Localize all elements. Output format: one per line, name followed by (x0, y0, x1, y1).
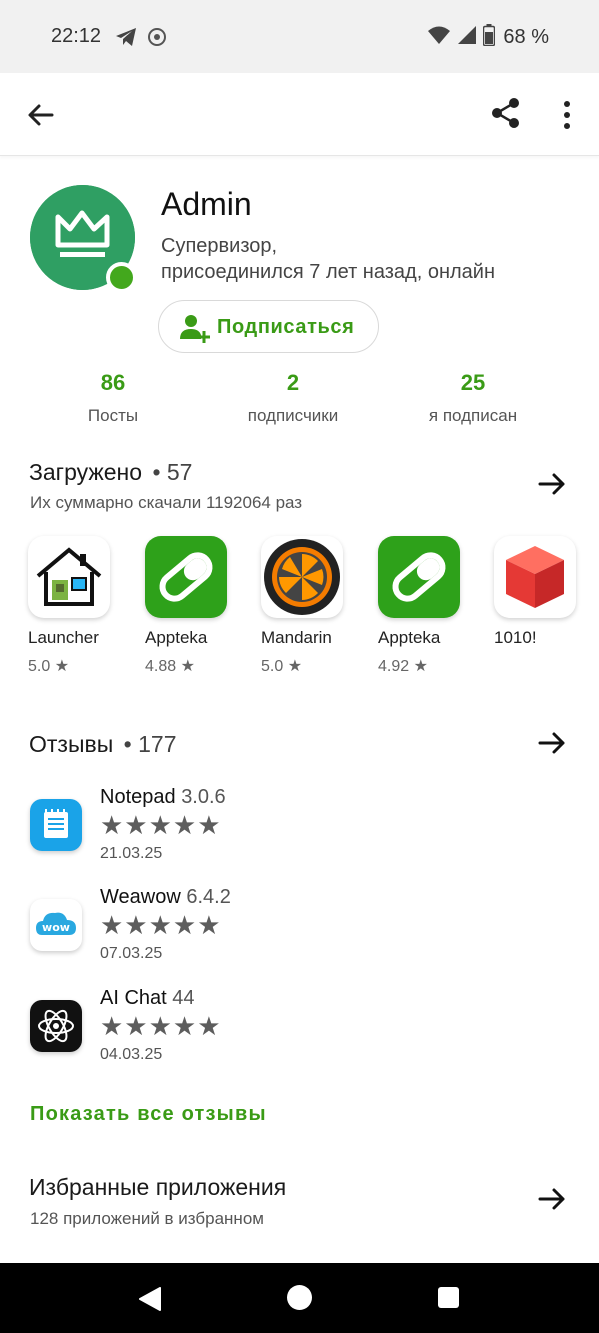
profile-name: Admin (161, 186, 252, 222)
reviews-section-title: Отзывы • 177 (29, 731, 176, 758)
app-tile-mandarin[interactable]: Mandarin 5.0 ★ (261, 536, 371, 676)
nav-back-icon[interactable] (138, 1287, 162, 1316)
stat-value: 25 (460, 370, 486, 395)
pill-icon (145, 536, 227, 618)
signal-icon (457, 25, 477, 50)
add-user-icon (179, 313, 211, 348)
app-tile-launcher[interactable]: Launcher 5.0 ★ (28, 536, 138, 676)
review-app-name: Notepad (100, 786, 176, 808)
subscribe-button[interactable]: Подписаться (158, 300, 379, 353)
app-name: Appteka (145, 628, 208, 647)
review-app-title: AI Chat 44 (100, 987, 195, 1010)
toolbar (0, 73, 599, 156)
review-app-name: AI Chat (100, 987, 167, 1009)
nav-home-icon[interactable] (287, 1285, 312, 1310)
status-time: 22:12 (51, 25, 102, 47)
battery-icon (483, 24, 496, 51)
stat-value: 86 (100, 370, 126, 395)
wifi-icon (427, 25, 451, 50)
stat-label: подписчики (247, 406, 339, 425)
review-stars: ★★★★★ (100, 1011, 222, 1041)
uploaded-section-title: Загружено • 57 (29, 459, 192, 486)
show-all-reviews-link[interactable]: Показать все отзывы (30, 1103, 267, 1126)
uploaded-arrow-icon[interactable] (536, 468, 568, 500)
review-app-title: Notepad 3.0.6 (100, 786, 226, 809)
reviews-separator: • (123, 731, 132, 757)
nav-recents-icon[interactable] (438, 1287, 459, 1308)
app-rating: 4.92 ★ (378, 658, 428, 675)
reviews-count: 177 (138, 731, 177, 757)
telegram-icon (114, 26, 138, 53)
app-name: Launcher (28, 628, 99, 647)
favorites-arrow-icon[interactable] (536, 1183, 568, 1215)
app-tile-1010[interactable]: 1010! (494, 536, 599, 656)
reviews-arrow-icon[interactable] (536, 727, 568, 759)
status-bar: 22:12 68 % (0, 0, 599, 73)
uploaded-separator: • (152, 459, 161, 485)
back-arrow-icon[interactable] (24, 98, 58, 132)
review-date: 21.03.25 (100, 845, 163, 862)
app-rating: 5.0 ★ (28, 658, 70, 675)
house-icon (28, 536, 110, 618)
stat-label: я подписан (428, 406, 518, 425)
profile-joined: присоединился 7 лет назад, онлайн (161, 261, 495, 283)
app-rating: 5.0 ★ (261, 658, 303, 675)
favorites-subtitle: 128 приложений в избранном (30, 1209, 264, 1228)
review-item[interactable]: wow Weawow 6.4.2 ★★★★★ 07.03.25 (0, 884, 599, 974)
online-status-dot (106, 262, 137, 293)
pill-icon (378, 536, 460, 618)
misc-app-icon (147, 27, 167, 52)
app-tile-appteka-1[interactable]: Appteka 4.88 ★ (145, 536, 255, 676)
atom-icon (30, 1000, 82, 1052)
battery-percent: 68 % (503, 26, 549, 48)
stat-posts[interactable]: 86 Посты (33, 370, 193, 426)
app-tile-appteka-2[interactable]: Appteka 4.92 ★ (378, 536, 488, 676)
review-app-version: 3.0.6 (181, 786, 226, 808)
weawow-cloud-icon: wow (30, 899, 82, 951)
orange-slice-icon (261, 536, 343, 618)
more-vert-icon[interactable] (553, 98, 581, 132)
review-item[interactable]: Notepad 3.0.6 ★★★★★ 21.03.25 (0, 784, 599, 874)
svg-text:wow: wow (42, 921, 70, 934)
review-stars: ★★★★★ (100, 810, 222, 840)
review-app-title: Weawow 6.4.2 (100, 886, 231, 909)
favorites-title: Избранные приложения (29, 1174, 287, 1200)
uploaded-count: 57 (166, 459, 193, 485)
stat-value: 2 (286, 370, 300, 395)
stat-followers[interactable]: 2 подписчики (213, 370, 373, 426)
review-stars: ★★★★★ (100, 910, 222, 940)
review-item[interactable]: AI Chat 44 ★★★★★ 04.03.25 (0, 985, 599, 1075)
stat-label: Посты (87, 406, 139, 425)
share-icon[interactable] (489, 96, 523, 130)
review-app-name: Weawow (100, 886, 181, 908)
system-nav-bar (0, 1263, 599, 1333)
app-rating: 4.88 ★ (145, 658, 195, 675)
uploaded-title: Загружено (29, 459, 143, 485)
review-app-version: 6.4.2 (186, 886, 231, 908)
app-name: 1010! (494, 628, 537, 647)
profile-role: Супервизор, (161, 235, 278, 257)
review-app-version: 44 (172, 987, 195, 1009)
subscribe-label: Подписаться (217, 316, 355, 338)
stat-following[interactable]: 25 я подписан (393, 370, 553, 426)
review-date: 04.03.25 (100, 1046, 163, 1063)
uploaded-subtitle: Их суммарно скачали 1192064 раз (30, 493, 303, 512)
app-name: Appteka (378, 628, 441, 647)
app-name: Mandarin (261, 628, 332, 647)
reviews-title: Отзывы (29, 731, 114, 757)
review-date: 07.03.25 (100, 945, 163, 962)
cube-icon (494, 536, 576, 618)
notepad-icon (30, 799, 82, 851)
